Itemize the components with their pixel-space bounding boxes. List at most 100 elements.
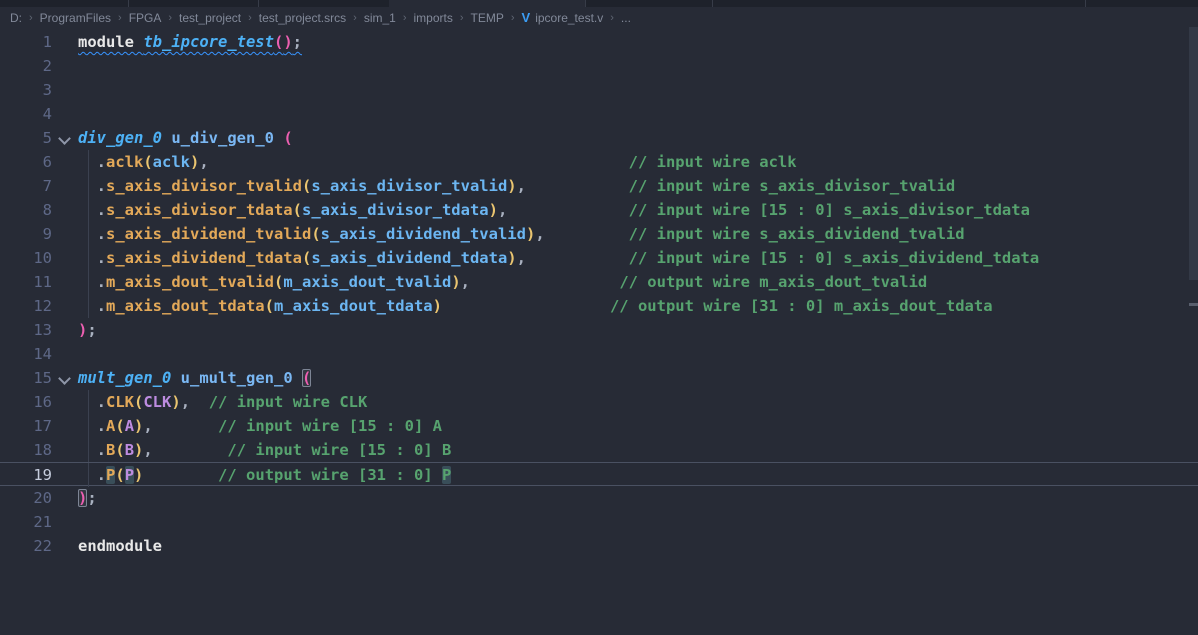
line-number[interactable]: 3 <box>0 78 52 102</box>
fold-zone <box>52 150 78 174</box>
line-number[interactable]: 9 <box>0 222 52 246</box>
token: . <box>78 417 106 435</box>
token: . <box>78 466 106 484</box>
token: // output wire [31 : 0] m_axis_dout_tdat… <box>610 297 993 315</box>
breadcrumb-item-imports[interactable]: imports <box>414 11 453 25</box>
token: module <box>78 33 143 51</box>
code-line-7[interactable]: 7 .s_axis_divisor_tvalid(s_axis_divisor_… <box>0 174 1198 198</box>
code-line-9[interactable]: 9 .s_axis_dividend_tvalid(s_axis_dividen… <box>0 222 1198 246</box>
code-line-8[interactable]: 8 .s_axis_divisor_tdata(s_axis_divisor_t… <box>0 198 1198 222</box>
indent-guide <box>88 174 89 198</box>
line-number[interactable]: 22 <box>0 534 52 558</box>
code-text: .s_axis_divisor_tdata(s_axis_divisor_tda… <box>78 198 1030 222</box>
breadcrumb-item-ipcore-test-v[interactable]: Vipcore_test.v <box>522 10 604 25</box>
line-number[interactable]: 4 <box>0 102 52 126</box>
code-line-20[interactable]: 20); <box>0 486 1198 510</box>
chevron-down-icon[interactable] <box>58 372 71 385</box>
chevron-down-icon[interactable] <box>58 132 71 145</box>
token: P <box>106 466 115 484</box>
line-number[interactable]: 18 <box>0 438 52 462</box>
code-line-3[interactable]: 3 <box>0 78 1198 102</box>
code-line-2[interactable]: 2 <box>0 54 1198 78</box>
token: ( <box>265 297 274 315</box>
code-line-6[interactable]: 6 .aclk(aclk), // input wire aclk <box>0 150 1198 174</box>
breadcrumb-item-d-[interactable]: D: <box>10 11 22 25</box>
token: ) <box>526 225 535 243</box>
fold-zone <box>52 438 78 462</box>
line-number[interactable]: 10 <box>0 246 52 270</box>
editor-tab-1[interactable] <box>128 0 259 7</box>
line-number[interactable]: 13 <box>0 318 52 342</box>
line-number[interactable]: 16 <box>0 390 52 414</box>
line-number[interactable]: 1 <box>0 30 52 54</box>
fold-zone <box>52 102 78 126</box>
editor-tab-4[interactable] <box>585 0 713 7</box>
line-number[interactable]: 11 <box>0 270 52 294</box>
code-line-5[interactable]: 5div_gen_0 u_div_gen_0 ( <box>0 126 1198 150</box>
line-number[interactable]: 5 <box>0 126 52 150</box>
breadcrumb-item-programfiles[interactable]: ProgramFiles <box>40 11 111 25</box>
breadcrumb-item-sim-1[interactable]: sim_1 <box>364 11 396 25</box>
token: ( <box>115 466 124 484</box>
line-number[interactable]: 6 <box>0 150 52 174</box>
code-line-1[interactable]: 1 module tb_ipcore_test(); <box>0 30 1198 54</box>
token: . <box>78 297 106 315</box>
breadcrumb-label: test_project <box>179 11 241 25</box>
code-line-10[interactable]: 10 .s_axis_dividend_tdata(s_axis_dividen… <box>0 246 1198 270</box>
line-number[interactable]: 14 <box>0 342 52 366</box>
code-line-19[interactable]: 19 .P(P) // output wire [31 : 0] P <box>0 462 1198 486</box>
indent-guide <box>88 246 89 270</box>
breadcrumb-item-temp[interactable]: TEMP <box>471 11 504 25</box>
code-text: .s_axis_dividend_tdata(s_axis_dividend_t… <box>78 246 1039 270</box>
code-line-22[interactable]: 22endmodule <box>0 534 1198 558</box>
code-text: .P(P) // output wire [31 : 0] P <box>78 463 451 485</box>
line-number[interactable]: 19 <box>0 463 52 485</box>
code-text: .CLK(CLK), // input wire CLK <box>78 390 367 414</box>
code-text: module tb_ipcore_test(); <box>78 30 302 54</box>
editor-tab-2[interactable] <box>258 0 390 7</box>
code-line-12[interactable]: 12 .m_axis_dout_tdata(m_axis_dout_tdata)… <box>0 294 1198 318</box>
breadcrumb-item-test-project-srcs[interactable]: test_project.srcs <box>259 11 346 25</box>
line-number[interactable]: 2 <box>0 54 52 78</box>
editor-tab-6[interactable] <box>1085 0 1198 7</box>
token: ; <box>293 33 302 51</box>
token: tb_ipcore_test <box>143 33 274 51</box>
breadcrumb-item-fpga[interactable]: FPGA <box>129 11 162 25</box>
line-number[interactable]: 12 <box>0 294 52 318</box>
token: ( <box>143 153 152 171</box>
editor-tab-5[interactable] <box>712 0 1086 7</box>
line-number[interactable]: 15 <box>0 366 52 390</box>
token: // input wire s_axis_divisor_tvalid <box>629 177 956 195</box>
line-number[interactable]: 21 <box>0 510 52 534</box>
code-line-13[interactable]: 13); <box>0 318 1198 342</box>
line-number[interactable]: 20 <box>0 486 52 510</box>
code-line-21[interactable]: 21 <box>0 510 1198 534</box>
token <box>209 153 629 171</box>
code-line-17[interactable]: 17 .A(A), // input wire [15 : 0] A <box>0 414 1198 438</box>
code-line-11[interactable]: 11 .m_axis_dout_tvalid(m_axis_dout_tvali… <box>0 270 1198 294</box>
breadcrumb-label: FPGA <box>129 11 162 25</box>
code-line-15[interactable]: 15mult_gen_0 u_mult_gen_0 ( <box>0 366 1198 390</box>
editor-tab-0[interactable] <box>0 0 129 7</box>
code-line-16[interactable]: 16 .CLK(CLK), // input wire CLK <box>0 390 1198 414</box>
line-number[interactable]: 7 <box>0 174 52 198</box>
editor-tab-strip[interactable] <box>0 0 1198 7</box>
token: . <box>78 393 106 411</box>
breadcrumb-item--[interactable]: ... <box>621 11 631 25</box>
breadcrumb-item-test-project[interactable]: test_project <box>179 11 241 25</box>
token: m_axis_dout_tdata <box>106 297 265 315</box>
code-line-18[interactable]: 18 .B(B), // input wire [15 : 0] B <box>0 438 1198 462</box>
code-text: .s_axis_divisor_tvalid(s_axis_divisor_tv… <box>78 174 955 198</box>
code-line-4[interactable]: 4 <box>0 102 1198 126</box>
vertical-scrollbar[interactable] <box>1189 27 1198 280</box>
token: ( <box>311 225 320 243</box>
code-editor[interactable]: 1module tb_ipcore_test();2345div_gen_0 u… <box>0 27 1198 635</box>
code-text: .B(B), // input wire [15 : 0] B <box>78 438 451 462</box>
editor-tab-3[interactable] <box>389 0 586 7</box>
code-line-14[interactable]: 14 <box>0 342 1198 366</box>
token: ( <box>115 441 124 459</box>
breadcrumb-separator-icon: › <box>118 12 122 24</box>
line-number[interactable]: 8 <box>0 198 52 222</box>
breadcrumb-label: ipcore_test.v <box>535 11 603 25</box>
line-number[interactable]: 17 <box>0 414 52 438</box>
